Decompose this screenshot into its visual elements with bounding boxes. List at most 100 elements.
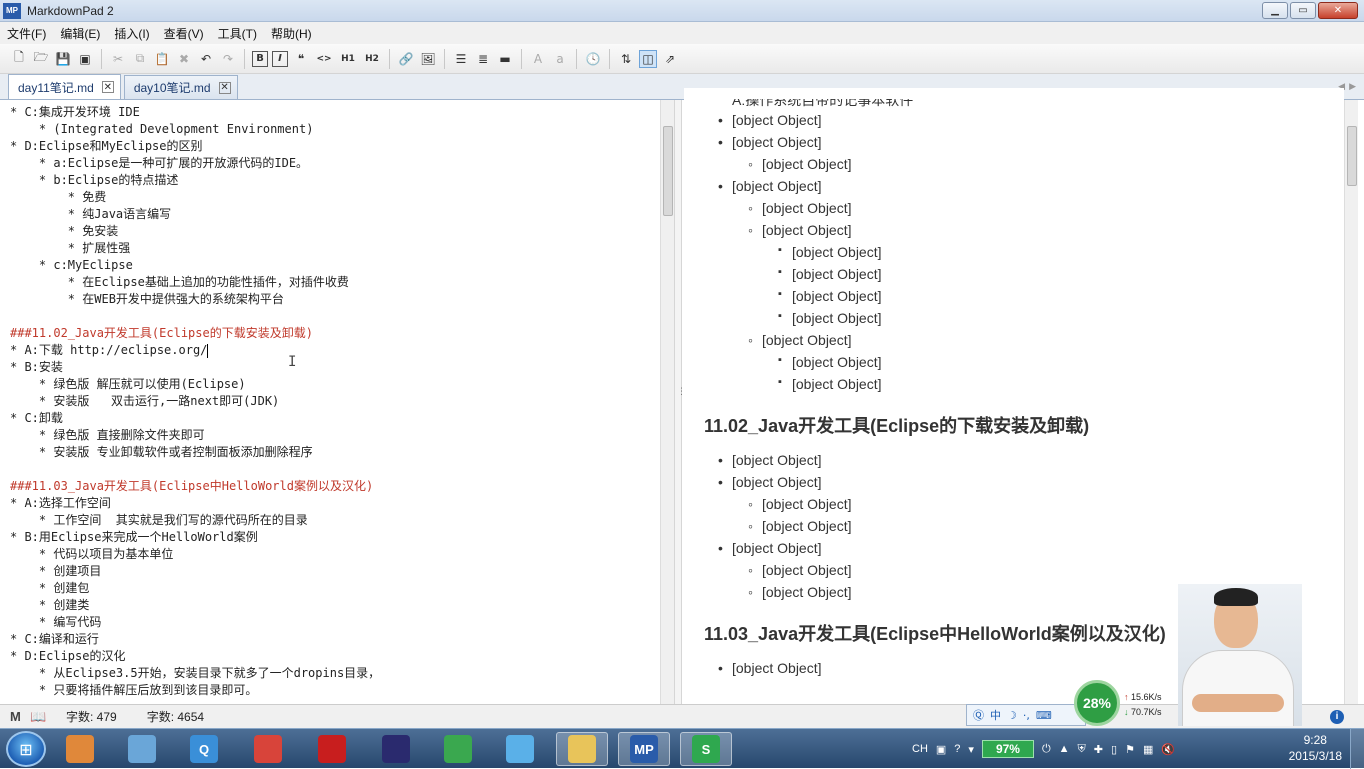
preview-list-item: [object Object] [778,354,881,370]
preview-list-item: [object Object] [748,562,851,578]
h2-button[interactable]: H2 [362,50,382,68]
toolbar-separator [576,48,577,69]
network-icon[interactable]: ▦ [1143,743,1153,756]
editor-line: * 创建项目 [10,564,102,578]
numbered-list-icon[interactable]: ≣ [474,50,492,68]
power-plug-icon[interactable]: ⏻ [1042,743,1051,756]
app-chrome-icon [444,735,472,763]
font-decrease-button[interactable]: a [551,50,569,68]
preview-list-item: [object Object] [748,200,851,216]
app-chrome-button[interactable] [432,732,484,766]
app-explorer-button[interactable] [556,732,608,766]
minimize-button[interactable]: ▁ [1262,2,1288,19]
new-file-icon[interactable]: 🗋 [10,50,28,68]
editor-scroll-thumb[interactable] [663,126,673,216]
app-paint-button[interactable] [116,732,168,766]
open-folder-icon[interactable]: 🗁 [32,50,50,68]
preview-list-item: [object Object] [718,112,821,128]
menu-view[interactable]: 查看(V) [157,25,211,42]
security-icon[interactable]: ✚ [1094,743,1103,756]
italic-button[interactable]: I [272,50,288,67]
link-icon[interactable]: 🔗 [397,50,415,68]
font-increase-button[interactable]: A [529,50,547,68]
moon-icon[interactable]: ☽ [1007,709,1017,722]
menu-insert[interactable]: 插入(I) [107,25,156,42]
chevron-right-icon[interactable]: ▶ [1349,82,1356,92]
export-icon[interactable]: ⇗ [661,50,679,68]
markdown-editor[interactable]: * C:集成开发环境 IDE * (Integrated Development… [4,100,660,704]
maximize-button[interactable]: ▭ [1290,2,1316,19]
system-tray: CH ▣ ? ▾ 97% ⏻ ▲ ⛨ ✚ ▯ ⚑ ▦ 🔇 [912,729,1175,769]
show-hidden-icons[interactable]: ▲ [1059,743,1070,755]
tab-day11[interactable]: day11笔记.md ✕ [8,74,121,99]
app-qq-button[interactable]: Q [178,732,230,766]
app-markdownpad-button[interactable]: MP [618,732,670,766]
bold-button[interactable]: B [252,50,268,67]
editor-line: * 免安装 [10,224,119,238]
tab-day10[interactable]: day10笔记.md ✕ [123,75,238,99]
start-button[interactable]: ⊞ [6,731,46,767]
pane-splitter[interactable]: ⋮ [674,100,686,704]
app-sublime-button[interactable]: S [680,732,732,766]
editor-line: * 安装版 专业卸载软件或者控制面板添加删除程序 [10,445,313,459]
copy-icon[interactable]: ⧉ [131,50,149,68]
preview-list-item: [object Object] [748,222,851,238]
app-record-button[interactable] [306,732,358,766]
close-tab-icon[interactable]: ✕ [101,81,114,93]
sync-scroll-icon[interactable]: ⇅ [617,50,635,68]
book-icon[interactable]: 📖 [30,709,50,725]
preview-scrollbar[interactable] [1344,100,1358,704]
editor-line: * 创建包 [10,581,90,595]
show-desktop-button[interactable] [1350,729,1364,769]
device-icon[interactable]: ▯ [1111,743,1117,756]
quote-button[interactable]: ❝ [292,50,310,68]
undo-icon[interactable]: ↶ [197,50,215,68]
cut-icon[interactable]: ✂ [109,50,127,68]
ime-language[interactable]: 中 [990,707,1001,723]
app-sticky-button[interactable] [242,732,294,766]
toolbar-separator [101,48,102,69]
redo-icon[interactable]: ↷ [219,50,237,68]
delete-icon[interactable]: ✖ [175,50,193,68]
shield-icon[interactable]: ⛨ [1078,743,1086,756]
preview-list-item: [object Object] [718,178,821,194]
info-icon[interactable]: i [1330,709,1344,724]
tray-menu-icon[interactable]: ▾ [968,743,974,756]
battery-indicator[interactable]: 97% [981,740,1034,758]
help-icon[interactable]: ? [954,743,960,755]
keyboard-icon[interactable]: ⌨ [1036,709,1052,722]
menu-tools[interactable]: 工具(T) [211,25,264,42]
code-button[interactable]: <> [314,50,334,68]
preview-scroll-thumb[interactable] [1347,126,1357,186]
preview-toggle-icon[interactable]: ◫ [639,49,657,68]
save-all-icon[interactable]: ▣ [76,50,94,68]
taskbar: ⊞ Q MP S CH ▣ ? ▾ 97% ⏻ ▲ ⛨ ✚ ▯ ⚑ ▦ 🔇 9:28… [0,728,1364,769]
save-icon[interactable]: 💾 [54,50,72,68]
editor-scrollbar[interactable] [660,100,674,704]
punctuation-icon[interactable]: ·, [1023,709,1030,722]
volume-muted-icon[interactable]: 🔇 [1161,743,1175,756]
app-eclipse-button[interactable] [370,732,422,766]
close-button[interactable]: ✕ [1318,2,1358,19]
menu-help[interactable]: 帮助(H) [264,25,319,42]
ime-tray-icon[interactable]: ▣ [936,743,946,756]
app-colors-button[interactable] [54,732,106,766]
menu-edit[interactable]: 编辑(E) [53,25,107,42]
markdown-mode-icon[interactable]: M [10,709,30,724]
timestamp-icon[interactable]: 🕓 [584,50,602,68]
language-indicator[interactable]: CH [912,743,928,755]
ime-logo-icon[interactable]: Ⓠ [973,707,984,723]
editor-line: * a:Eclipse是一种可扩展的开放源代码的IDE。 [10,156,309,170]
flag-icon[interactable]: ⚑ [1125,743,1135,756]
menu-file[interactable]: 文件(F) [0,25,53,42]
bullet-list-icon[interactable]: ☰ [452,50,470,68]
horizontal-rule-icon[interactable]: ▬ [496,50,514,68]
paste-icon[interactable]: 📋 [153,50,171,68]
image-icon[interactable]: 🖼 [419,50,437,68]
network-usage-ring[interactable]: 28% [1074,680,1120,726]
close-tab-icon[interactable]: ✕ [218,81,231,94]
h1-button[interactable]: H1 [338,50,358,68]
clock[interactable]: 9:28 2015/3/18 [1289,732,1342,764]
preview-list-item: [object Object] [778,244,881,260]
app-browser-button[interactable] [494,732,546,766]
